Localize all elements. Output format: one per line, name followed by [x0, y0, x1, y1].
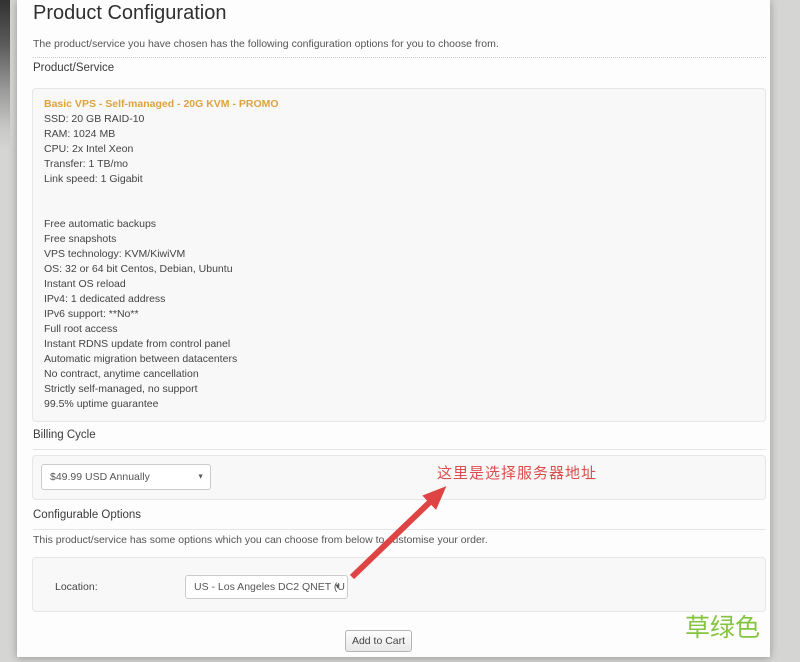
- page-intro-text: The product/service you have chosen has …: [33, 38, 499, 50]
- location-select[interactable]: US - Los Angeles DC2 QNET (U ▼: [185, 575, 348, 599]
- section-heading-billing-cycle: Billing Cycle: [33, 429, 96, 441]
- product-spec-line: CPU: 2x Intel Xeon: [44, 142, 754, 157]
- product-spec-line: Full root access: [44, 322, 754, 337]
- product-spec-line: Link speed: 1 Gigabit: [44, 172, 754, 187]
- product-spec-line: No contract, anytime cancellation: [44, 367, 754, 382]
- caret-down-icon: ▼: [334, 584, 341, 591]
- location-selected-value: US - Los Angeles DC2 QNET (U: [194, 581, 345, 593]
- configurable-options-panel: [32, 557, 766, 612]
- product-spec-line: Strictly self-managed, no support: [44, 382, 754, 397]
- window-edge-strip: [0, 0, 10, 150]
- product-spec-line: Instant RDNS update from control panel: [44, 337, 754, 352]
- product-spec-line: Free automatic backups: [44, 217, 754, 232]
- page-title: Product Configuration: [33, 2, 226, 25]
- content-sheet: Product Configuration The product/servic…: [17, 0, 770, 657]
- product-spec-line: [44, 202, 754, 217]
- product-spec-line: Instant OS reload: [44, 277, 754, 292]
- product-details-panel: Basic VPS - Self-managed - 20G KVM - PRO…: [32, 88, 766, 422]
- annotation-note-text: 这里是选择服务器地址: [437, 462, 597, 483]
- product-spec-line: RAM: 1024 MB: [44, 127, 754, 142]
- location-label: Location:: [55, 581, 98, 593]
- billing-cycle-select[interactable]: $49.99 USD Annually ▼: [41, 464, 211, 490]
- configurable-options-description: This product/service has some options wh…: [33, 534, 488, 546]
- divider: [33, 449, 766, 450]
- section-heading-configurable-options: Configurable Options: [33, 509, 141, 521]
- product-spec-line: IPv4: 1 dedicated address: [44, 292, 754, 307]
- section-heading-product-service: Product/Service: [33, 62, 114, 74]
- product-spec-line: VPS technology: KVM/KiwiVM: [44, 247, 754, 262]
- caret-down-icon: ▼: [197, 474, 204, 481]
- product-spec-line: [44, 187, 754, 202]
- product-name: Basic VPS - Self-managed - 20G KVM - PRO…: [44, 97, 754, 112]
- product-spec-line: OS: 32 or 64 bit Centos, Debian, Ubuntu: [44, 262, 754, 277]
- billing-cycle-selected-value: $49.99 USD Annually: [50, 471, 150, 483]
- product-spec-line: SSD: 20 GB RAID-10: [44, 112, 754, 127]
- product-spec-line: Automatic migration between datacenters: [44, 352, 754, 367]
- product-spec-line: Free snapshots: [44, 232, 754, 247]
- product-spec-line: Transfer: 1 TB/mo: [44, 157, 754, 172]
- product-spec-line: 99.5% uptime guarantee: [44, 397, 754, 412]
- watermark-text: 草绿色: [685, 608, 760, 644]
- add-to-cart-button[interactable]: Add to Cart: [345, 630, 412, 652]
- divider: [33, 529, 766, 530]
- product-spec-line: IPv6 support: **No**: [44, 307, 754, 322]
- divider: [33, 57, 766, 58]
- product-spec-list: SSD: 20 GB RAID-10RAM: 1024 MBCPU: 2x In…: [44, 112, 754, 412]
